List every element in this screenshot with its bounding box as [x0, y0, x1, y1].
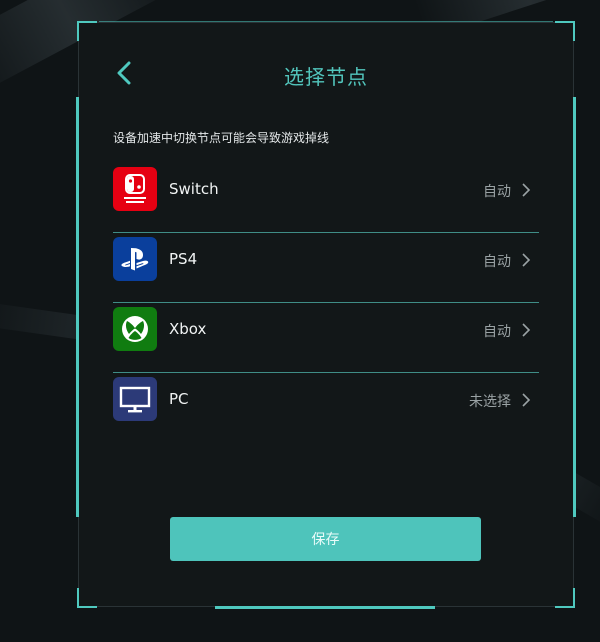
- dialog-title: 选择节点: [284, 65, 368, 89]
- warning-text: 设备加速中切换节点可能会导致游戏掉线: [113, 131, 330, 145]
- frame-left-accent: [76, 97, 79, 517]
- device-item-xbox[interactable]: Xbox 自动: [113, 303, 539, 373]
- xbox-icon: [113, 307, 157, 351]
- device-name: Xbox: [169, 320, 207, 338]
- device-name: PS4: [169, 250, 198, 268]
- device-node-value: 自动: [483, 254, 511, 270]
- device-node-value: 未选择: [469, 394, 511, 410]
- device-name: PC: [169, 390, 189, 408]
- device-item-pc[interactable]: PC 未选择: [113, 373, 539, 442]
- device-name: Switch: [169, 180, 219, 198]
- device-item-switch[interactable]: Switch 自动: [113, 163, 539, 233]
- frame-top-line: [99, 21, 553, 22]
- frame-corner: [77, 21, 97, 41]
- device-node-value: 自动: [483, 324, 511, 340]
- frame-corner: [555, 588, 575, 608]
- chevron-right-icon: [522, 393, 531, 407]
- monitor-icon: [113, 377, 157, 421]
- chevron-right-icon: [522, 253, 531, 267]
- save-button[interactable]: 保存: [170, 517, 481, 561]
- device-list: Switch 自动 PS4 自动 Xbox 自动 PC 未选择: [113, 163, 539, 442]
- frame-bottom-accent: [215, 606, 435, 609]
- playstation-icon: [113, 237, 157, 281]
- frame-right-accent: [573, 97, 576, 517]
- node-select-dialog: 选择节点 设备加速中切换节点可能会导致游戏掉线 Switch 自动 PS4 自动…: [76, 21, 576, 609]
- device-node-value: 自动: [483, 184, 511, 200]
- frame-corner: [77, 588, 97, 608]
- nintendo-switch-icon: [113, 167, 157, 211]
- chevron-right-icon: [522, 323, 531, 337]
- chevron-right-icon: [522, 183, 531, 197]
- device-item-ps4[interactable]: PS4 自动: [113, 233, 539, 303]
- frame-corner: [555, 21, 575, 41]
